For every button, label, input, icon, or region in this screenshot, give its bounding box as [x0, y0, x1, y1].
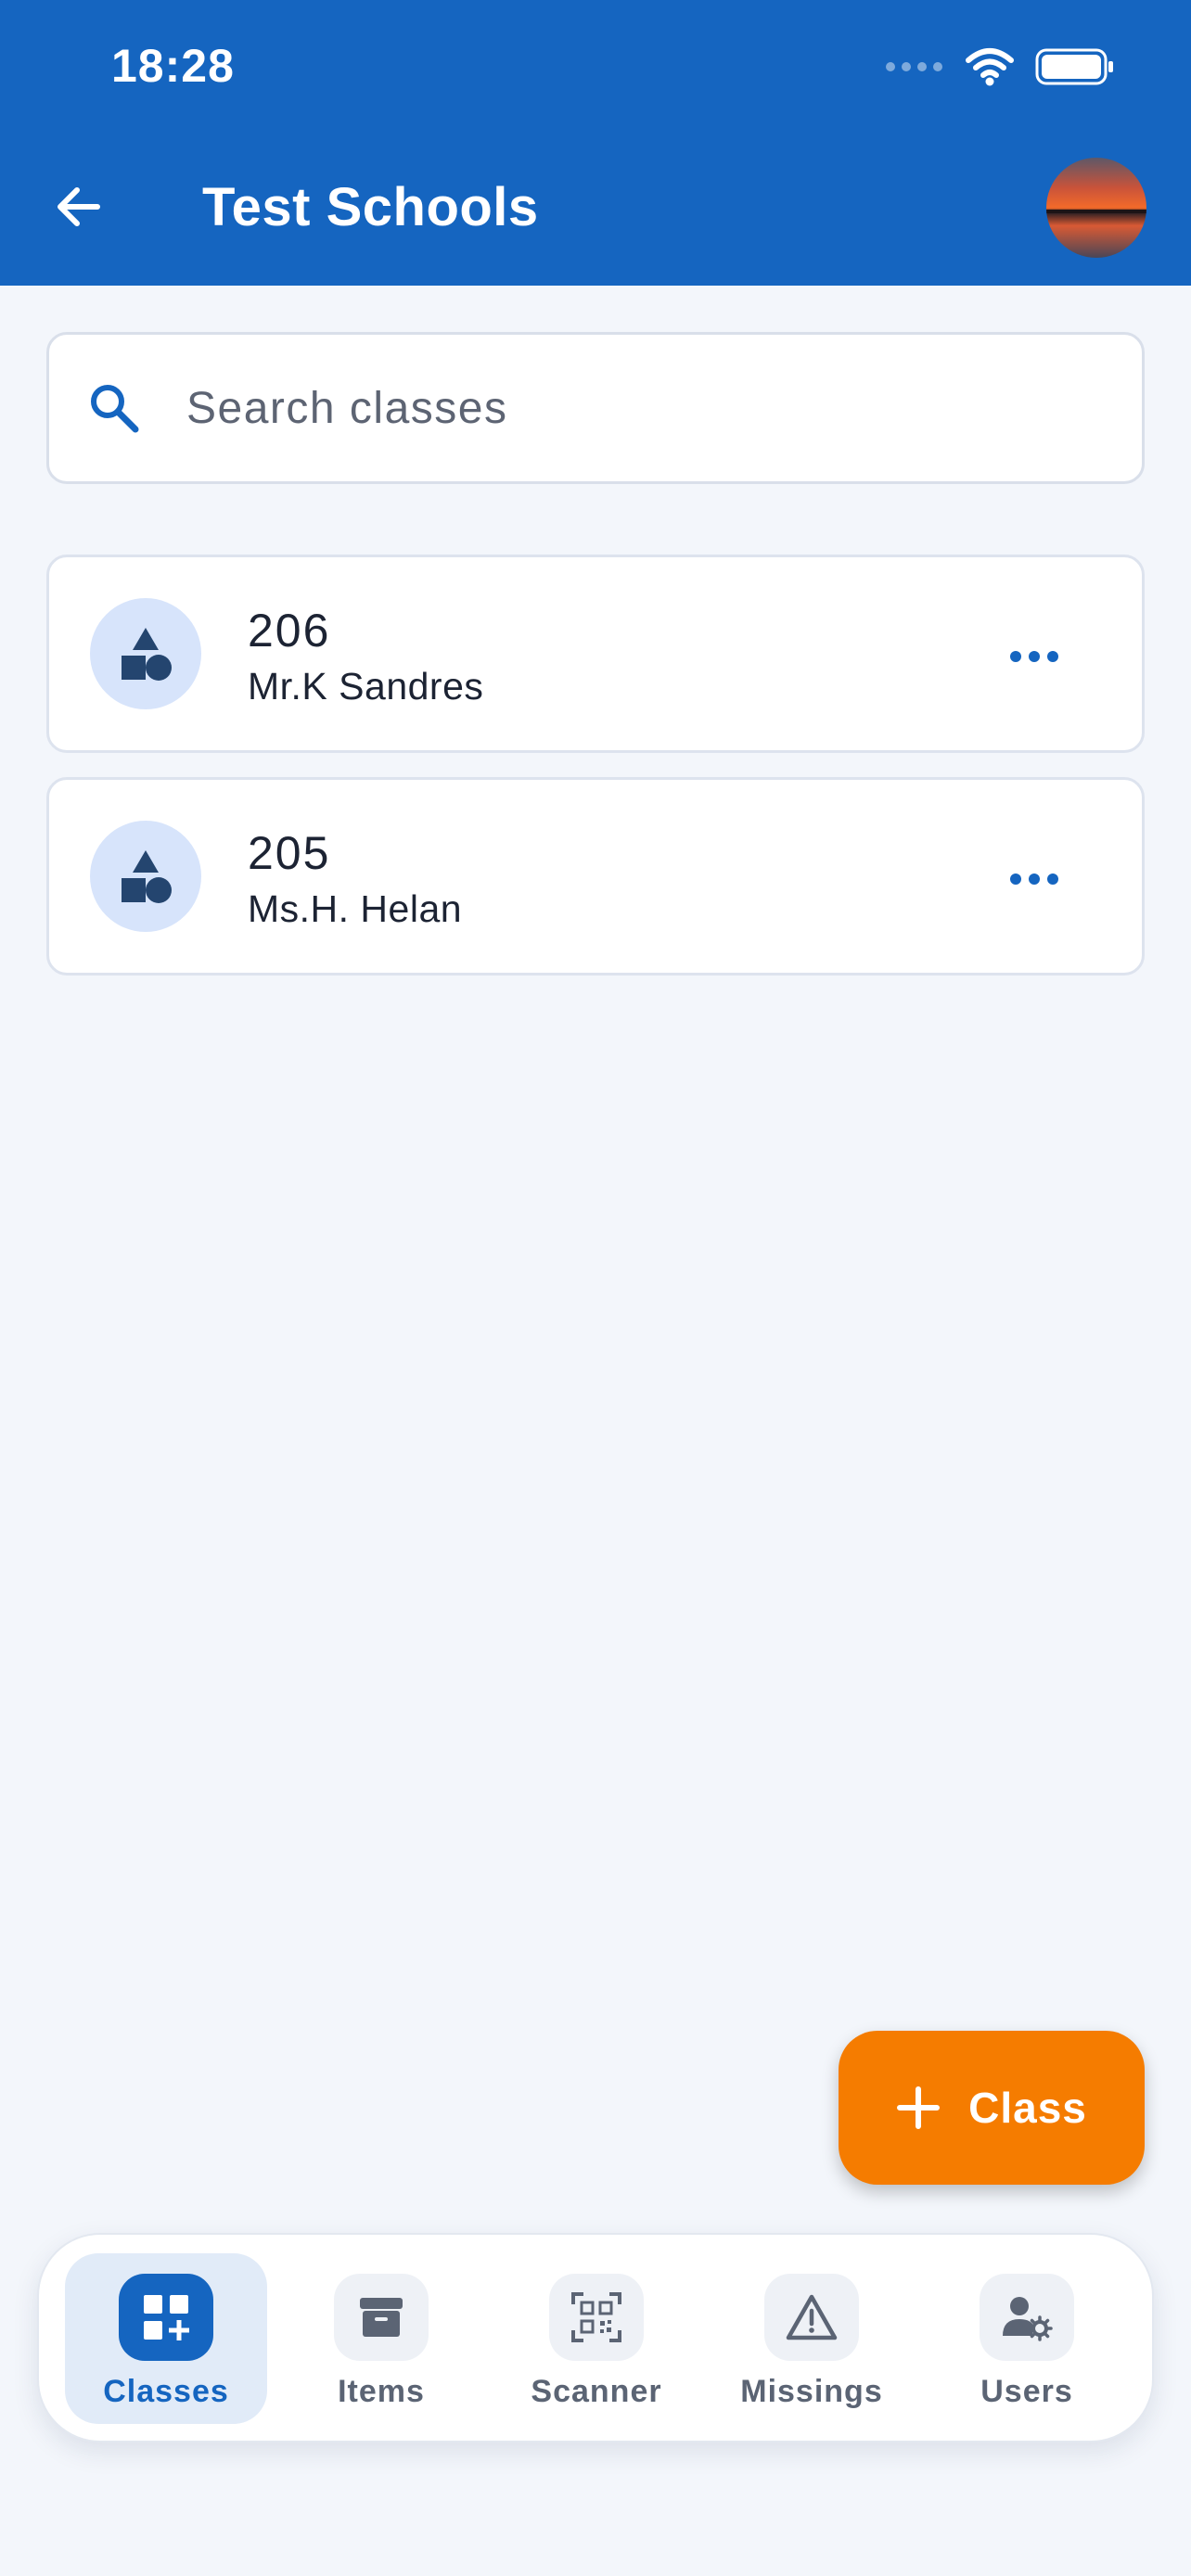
- sunset-photo-avatar: [1046, 158, 1146, 258]
- search-icon: [86, 380, 142, 436]
- search-bar[interactable]: [46, 332, 1145, 484]
- more-horizontal-icon: [1010, 874, 1058, 885]
- nav-label: Scanner: [531, 2374, 662, 2409]
- nav-label: Users: [980, 2374, 1073, 2409]
- grid-add-icon: [119, 2274, 213, 2361]
- add-class-button[interactable]: Class: [839, 2031, 1145, 2185]
- shapes-icon: [90, 821, 201, 932]
- search-input[interactable]: [185, 381, 1142, 435]
- nav-label: Missings: [740, 2374, 883, 2409]
- cellular-signal-icon: [886, 62, 942, 71]
- class-teacher: Ms.H. Helan: [248, 887, 463, 930]
- class-number: 206: [248, 605, 331, 657]
- shapes-icon: [90, 598, 201, 709]
- more-horizontal-icon: [1010, 651, 1058, 662]
- wifi-icon: [966, 48, 1014, 86]
- nav-item-items[interactable]: Items: [280, 2253, 482, 2424]
- status-time: 18:28: [111, 40, 235, 92]
- class-number: 205: [248, 827, 331, 879]
- add-class-label: Class: [968, 2084, 1087, 2132]
- back-button[interactable]: [39, 167, 119, 247]
- qr-scan-icon: [549, 2274, 644, 2361]
- app-bar: 18:28 Test Schools: [0, 0, 1191, 286]
- class-card-205[interactable]: 205 Ms.H. Helan: [46, 777, 1145, 976]
- status-icons: [886, 45, 1115, 89]
- class-list: 206 Mr.K Sandres 205 Ms.H. Helan: [46, 555, 1145, 1000]
- page-title: Test Schools: [202, 177, 539, 237]
- battery-icon: [1035, 48, 1113, 85]
- plus-icon: [897, 2086, 941, 2129]
- class-teacher: Mr.K Sandres: [248, 665, 484, 708]
- more-options-button[interactable]: [997, 624, 1071, 689]
- arrow-left-icon: [58, 187, 100, 226]
- nav-item-scanner[interactable]: Scanner: [495, 2253, 698, 2424]
- nav-item-users[interactable]: Users: [926, 2253, 1128, 2424]
- nav-item-missings[interactable]: Missings: [711, 2253, 913, 2424]
- archive-box-icon: [334, 2274, 429, 2361]
- user-settings-icon: [980, 2274, 1074, 2361]
- bottom-navigation: Classes Items Scanner Missings Users: [37, 2233, 1154, 2442]
- nav-label: Classes: [103, 2374, 229, 2409]
- class-card-206[interactable]: 206 Mr.K Sandres: [46, 555, 1145, 753]
- avatar[interactable]: [1046, 158, 1146, 258]
- nav-label: Items: [338, 2374, 425, 2409]
- more-options-button[interactable]: [997, 847, 1071, 912]
- warning-triangle-icon: [764, 2274, 859, 2361]
- nav-item-classes[interactable]: Classes: [65, 2253, 267, 2424]
